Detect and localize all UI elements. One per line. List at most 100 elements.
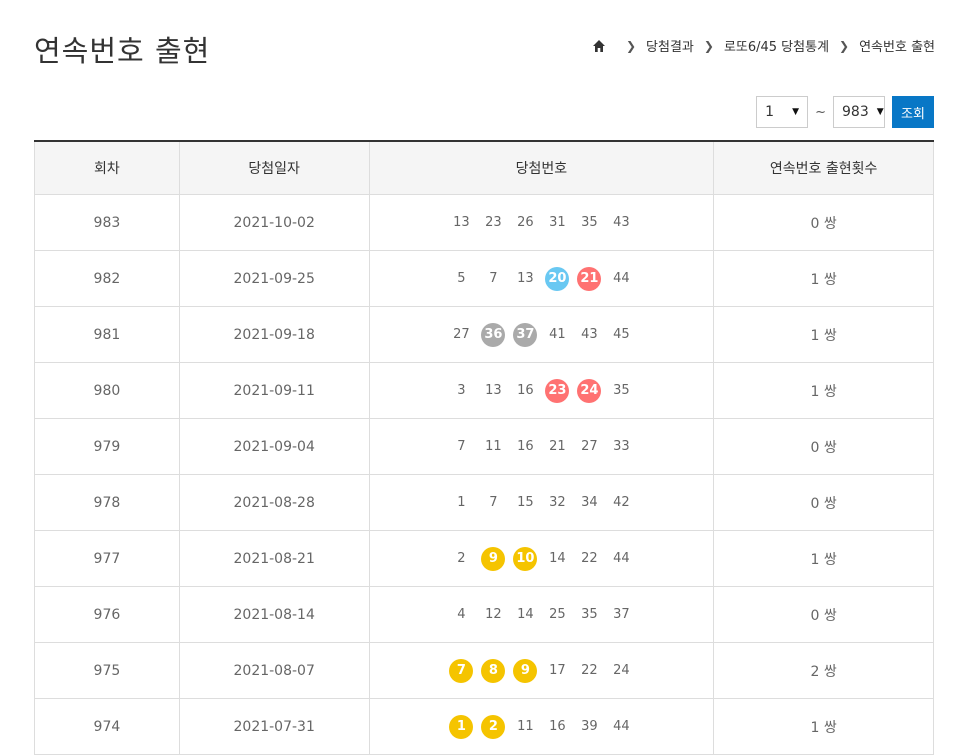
number-ball: 23: [545, 378, 570, 403]
table-header-row: 회차 당첨일자 당첨번호 연속번호 출현횟수: [34, 141, 934, 195]
winning-numbers: 5 7 13 20 21 44: [371, 266, 713, 291]
cell-count: 0 쌍: [713, 474, 934, 531]
cell-numbers: 4 12 14 25 35 37: [368, 586, 715, 643]
cell-numbers: 13 23 26 31 35 43: [368, 194, 715, 251]
from-round-select[interactable]: 1 ▼: [756, 96, 809, 128]
table-row: 978 2021-08-28 1 7 15 32 34 42 0 쌍: [34, 474, 934, 531]
number-ball: 7: [457, 439, 466, 454]
breadcrumb: ❯ 당첨결과 ❯ 로또6/45 당첨통계 ❯ 연속번호 출현: [592, 36, 935, 55]
winning-numbers: 4 12 14 25 35 37: [371, 603, 713, 627]
cell-date: 2021-08-21: [178, 530, 370, 587]
number-ball: 11: [517, 719, 534, 734]
number-ball: 11: [485, 439, 502, 454]
number-ball: 9: [481, 546, 506, 571]
number-ball: 24: [577, 378, 602, 403]
number-ball: 15: [517, 495, 534, 510]
number-ball: 4: [457, 607, 466, 622]
cell-date: 2021-07-31: [178, 698, 370, 755]
number-ball: 5: [457, 271, 466, 286]
cell-round: 977: [34, 530, 180, 587]
table-row: 980 2021-09-11 3 13 16 23 24 35 1 쌍: [34, 362, 934, 419]
cell-numbers: 1 2 11 16 39 44: [368, 698, 715, 755]
cell-numbers: 27 36 37 41 43 45: [368, 306, 715, 363]
cell-date: 2021-09-25: [178, 250, 370, 307]
round-range-controls: 1 ▼ ~ 983 ▼ 조회: [756, 96, 934, 128]
cell-round: 978: [34, 474, 180, 531]
number-ball: 1: [457, 495, 466, 510]
number-ball: 27: [581, 439, 598, 454]
cell-numbers: 7 11 16 21 27 33: [368, 418, 715, 475]
cell-count: 2 쌍: [713, 642, 934, 699]
number-ball: 41: [549, 327, 566, 342]
table-row: 981 2021-09-18 27 36 37 41 43 45 1 쌍: [34, 306, 934, 363]
number-ball: 22: [581, 551, 598, 566]
number-ball: 35: [613, 383, 630, 398]
number-ball: 27: [453, 327, 470, 342]
range-separator: ~: [815, 104, 826, 120]
cell-date: 2021-08-28: [178, 474, 370, 531]
number-ball: 16: [517, 439, 534, 454]
number-ball: 42: [613, 495, 630, 510]
to-round-value: 983: [842, 104, 869, 120]
cell-round: 979: [34, 418, 180, 475]
number-ball: 7: [489, 271, 498, 286]
number-ball: 13: [453, 215, 470, 230]
breadcrumb-item-current: 연속번호 출현: [859, 40, 935, 55]
cell-numbers: 7 8 9 17 22 24: [368, 642, 715, 699]
winning-numbers: 3 13 16 23 24 35: [371, 378, 713, 403]
breadcrumb-item-results[interactable]: 당첨결과: [646, 36, 694, 55]
cell-date: 2021-09-18: [178, 306, 370, 363]
winning-numbers: 27 36 37 41 43 45: [371, 322, 713, 347]
number-ball: 33: [613, 439, 630, 454]
cell-numbers: 3 13 16 23 24 35: [368, 362, 715, 419]
number-ball: 37: [613, 607, 630, 622]
table-row: 976 2021-08-14 4 12 14 25 35 37 0 쌍: [34, 586, 934, 643]
number-ball: 1: [449, 714, 474, 739]
number-ball: 16: [517, 383, 534, 398]
cell-date: 2021-09-11: [178, 362, 370, 419]
to-round-select[interactable]: 983 ▼: [833, 96, 885, 128]
cell-count: 1 쌍: [713, 698, 934, 755]
number-ball: 12: [485, 607, 502, 622]
page-title: 연속번호 출현: [34, 34, 211, 68]
chevron-right-icon: ❯: [839, 38, 850, 53]
number-ball: 3: [457, 383, 466, 398]
number-ball: 14: [549, 551, 566, 566]
search-button[interactable]: 조회: [892, 96, 934, 128]
number-ball: 44: [613, 551, 630, 566]
header-round: 회차: [34, 141, 180, 195]
cell-count: 1 쌍: [713, 362, 934, 419]
table-row: 983 2021-10-02 13 23 26 31 35 43 0 쌍: [34, 194, 934, 251]
breadcrumb-item-stats[interactable]: 로또6/45 당첨통계: [724, 36, 829, 55]
table-row: 982 2021-09-25 5 7 13 20 21 44 1 쌍: [34, 250, 934, 307]
cell-round: 976: [34, 586, 180, 643]
cell-round: 982: [34, 250, 180, 307]
header-numbers: 당첨번호: [368, 141, 715, 195]
number-ball: 31: [549, 215, 566, 230]
number-ball: 21: [577, 266, 602, 291]
number-ball: 37: [513, 322, 538, 347]
from-round-value: 1: [765, 104, 775, 120]
cell-count: 0 쌍: [713, 194, 934, 251]
cell-count: 0 쌍: [713, 418, 934, 475]
number-ball: 35: [581, 215, 598, 230]
number-ball: 39: [581, 719, 598, 734]
cell-date: 2021-09-04: [178, 418, 370, 475]
cell-count: 1 쌍: [713, 306, 934, 363]
winning-numbers: 13 23 26 31 35 43: [371, 211, 713, 235]
number-ball: 20: [545, 266, 570, 291]
chevron-right-icon: ❯: [625, 38, 637, 53]
table-row: 975 2021-08-07 7 8 9 17 22 24 2 쌍: [34, 642, 934, 699]
number-ball: 35: [581, 607, 598, 622]
cell-round: 983: [34, 194, 180, 251]
winning-numbers: 1 2 11 16 39 44: [371, 714, 713, 739]
cell-round: 974: [34, 698, 180, 755]
cell-count: 0 쌍: [713, 586, 934, 643]
cell-date: 2021-10-02: [178, 194, 370, 251]
number-ball: 24: [613, 663, 630, 678]
cell-round: 980: [34, 362, 180, 419]
home-icon[interactable]: [592, 39, 606, 53]
number-ball: 13: [485, 383, 502, 398]
number-ball: 10: [513, 546, 538, 571]
table-row: 974 2021-07-31 1 2 11 16 39 44 1 쌍: [34, 698, 934, 755]
